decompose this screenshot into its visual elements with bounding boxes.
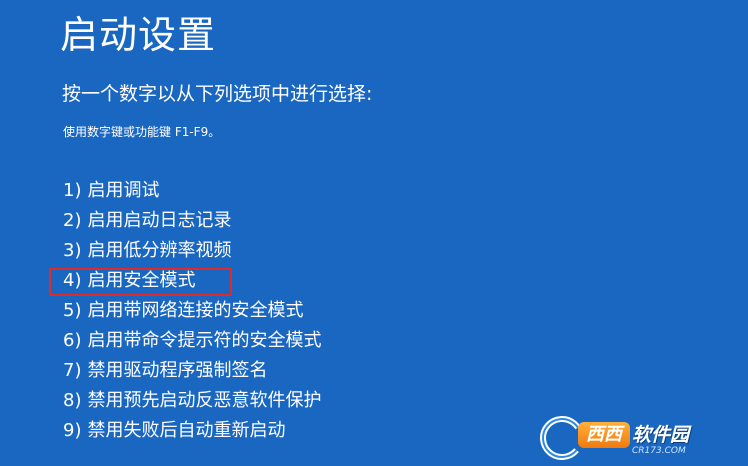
option-label: 启用调试	[87, 180, 160, 201]
option-enable-boot-logging[interactable]: 2) 启用启动日志记录	[63, 206, 321, 236]
watermark-subtext: CR173.COM	[632, 446, 686, 456]
option-number: 7)	[63, 360, 82, 381]
startup-settings-screen: 启动设置 按一个数字以从下列选项中进行选择: 使用数字键或功能键 F1-F9。 …	[0, 0, 748, 466]
option-safe-mode-with-command-prompt[interactable]: 6) 启用带命令提示符的安全模式	[63, 326, 321, 356]
option-number: 2)	[63, 210, 82, 231]
watermark-logo: 西西 软件园 CR173.COM	[540, 416, 740, 460]
option-label: 启用带网络连接的安全模式	[87, 300, 304, 321]
option-number: 3)	[63, 240, 82, 261]
option-number: 4)	[63, 270, 82, 291]
option-label: 禁用失败后自动重新启动	[87, 420, 286, 441]
watermark-badge: 西西	[578, 422, 630, 448]
option-enable-low-resolution-video[interactable]: 3) 启用低分辨率视频	[63, 236, 321, 266]
option-safe-mode-with-networking[interactable]: 5) 启用带网络连接的安全模式	[63, 296, 321, 326]
startup-options-list: 1) 启用调试 2) 启用启动日志记录 3) 启用低分辨率视频 4) 启用安全模式 5)…	[63, 176, 321, 446]
instruction-text: 按一个数字以从下列选项中进行选择:	[62, 83, 373, 105]
option-label: 启用低分辨率视频	[87, 240, 232, 261]
option-label: 启用带命令提示符的安全模式	[87, 330, 322, 351]
option-label: 启用安全模式	[87, 270, 196, 291]
option-disable-driver-signature-enforcement[interactable]: 7) 禁用驱动程序强制签名	[63, 356, 321, 386]
hint-text: 使用数字键或功能键 F1-F9。	[63, 125, 221, 139]
option-number: 9)	[63, 420, 82, 441]
option-number: 6)	[63, 330, 82, 351]
option-disable-early-launch-anti-malware[interactable]: 8) 禁用预先启动反恶意软件保护	[63, 386, 321, 416]
option-number: 5)	[63, 300, 82, 321]
option-label: 禁用预先启动反恶意软件保护	[87, 390, 322, 411]
option-number: 8)	[63, 390, 82, 411]
option-disable-auto-restart-after-failure[interactable]: 9) 禁用失败后自动重新启动	[63, 416, 321, 446]
watermark-text: 软件园	[632, 424, 690, 446]
option-enable-safe-mode[interactable]: 4) 启用安全模式	[63, 266, 321, 296]
option-label: 禁用驱动程序强制签名	[87, 360, 268, 381]
option-label: 启用启动日志记录	[87, 210, 232, 231]
page-title: 启动设置	[60, 13, 217, 57]
option-enable-debugging[interactable]: 1) 启用调试	[63, 176, 321, 206]
option-number: 1)	[63, 180, 82, 201]
